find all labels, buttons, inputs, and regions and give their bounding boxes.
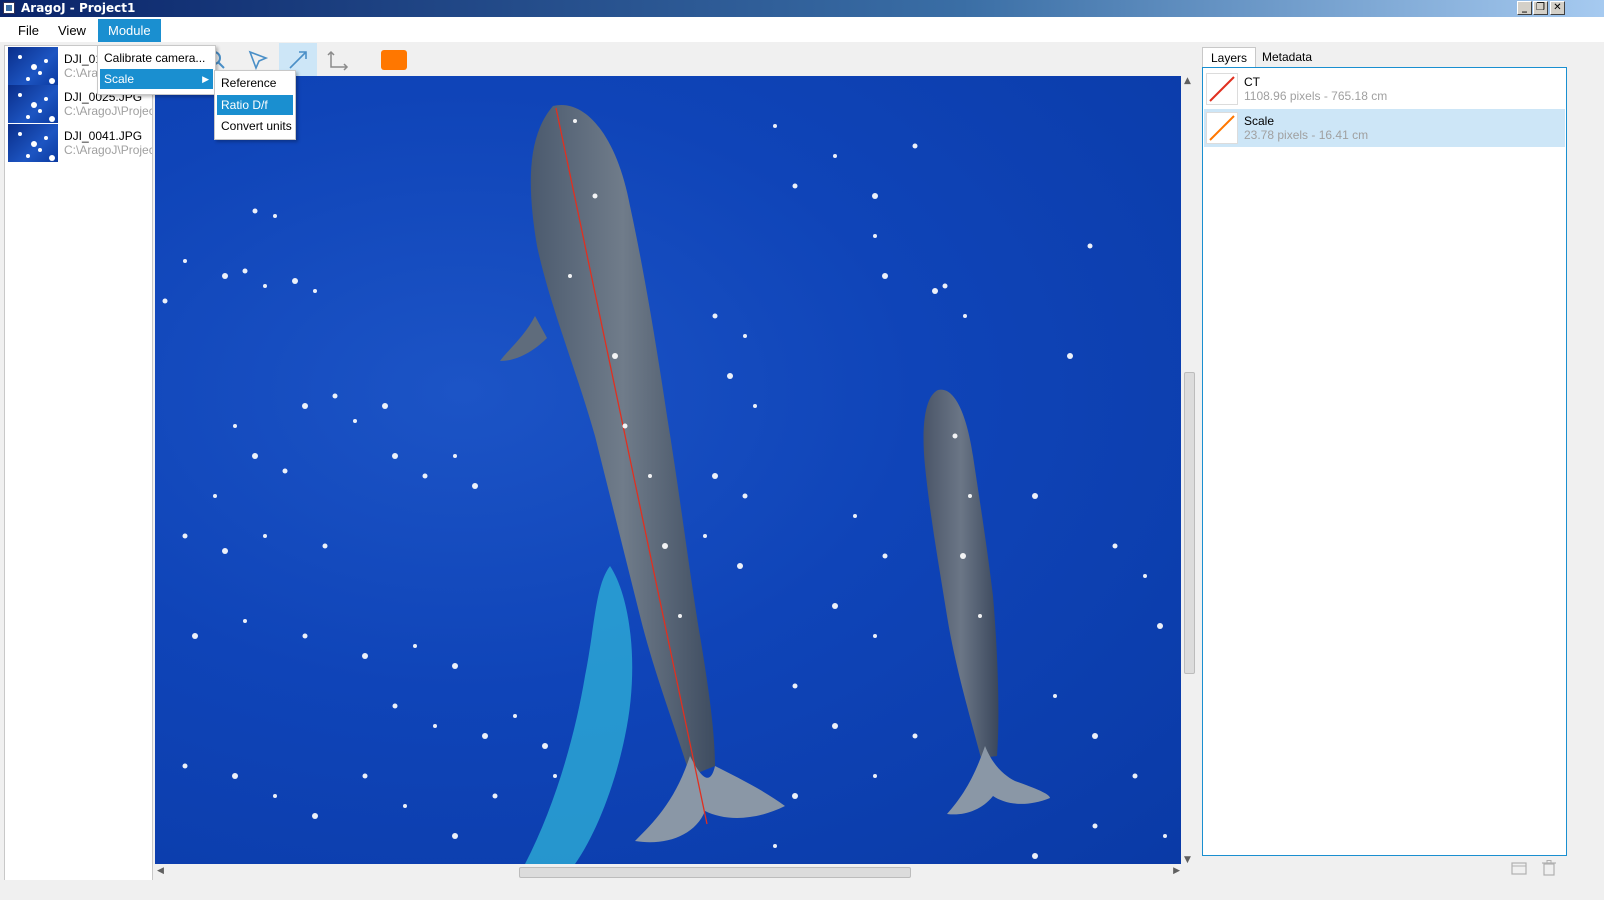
layer-name: Scale [1244,114,1275,128]
file-item[interactable]: DJI_0041.JPG C:\AragoJ\Project1 [8,124,152,162]
menu-item-scale-label: Scale [104,72,135,86]
tab-layers[interactable]: Layers [1202,47,1257,68]
scale-submenu: Reference Ratio D/f Convert units [214,70,296,140]
file-thumbnail [8,85,58,123]
menu-item-convert-units[interactable]: Convert units [217,116,293,136]
line-layer-icon [1206,73,1238,105]
file-thumbnail [8,124,58,162]
trash-icon[interactable] [1540,859,1558,877]
new-layer-icon[interactable] [1510,859,1528,877]
close-button[interactable]: ✕ [1550,1,1565,15]
status-bar [0,880,1604,900]
module-menu: Calibrate camera... Scale ▶ [97,45,216,95]
layer-item-scale[interactable]: Scale 23.78 pixels - 16.41 cm [1204,109,1565,147]
submenu-arrow-icon: ▶ [202,74,209,84]
menu-item-calibrate-camera[interactable]: Calibrate camera... [100,48,213,68]
canvas-vertical-scrollbar[interactable]: ▲ ▼ [1182,76,1196,865]
layer-measurement: 23.78 pixels - 16.41 cm [1244,128,1369,142]
line-layer-icon [1206,112,1238,144]
file-list: DJI_0106.JPG C:\AragoJ\Project1 DJI_0025… [4,45,153,900]
window-title: AragoJ - Project1 [21,1,136,15]
title-bar: AragoJ - Project1 _ ❐ ✕ [0,0,1604,17]
layer-name: CT [1244,75,1260,89]
right-panel: Layers Metadata CT 1108.96 pixels - 765.… [1200,43,1568,880]
angle-icon [327,50,349,71]
scroll-left-arrow-icon[interactable]: ◀ [157,866,164,876]
scroll-right-arrow-icon[interactable]: ▶ [1173,866,1180,876]
color-swatch-button[interactable] [381,50,407,70]
image-canvas[interactable] [155,76,1181,864]
file-path: C:\AragoJ\Project1 [64,143,152,157]
file-thumbnail [8,47,58,85]
minimize-button[interactable]: _ [1517,1,1532,15]
file-name: DJI_0041.JPG [64,129,143,143]
layer-item-ct[interactable]: CT 1108.96 pixels - 765.18 cm [1204,70,1565,108]
scroll-thumb[interactable] [1184,372,1195,674]
angle-tool-button[interactable] [319,43,357,76]
layers-list: CT 1108.96 pixels - 765.18 cm Scale 23.7… [1202,67,1567,856]
scroll-down-arrow-icon[interactable]: ▼ [1184,855,1191,865]
tab-metadata[interactable]: Metadata [1254,47,1320,67]
file-path: C:\AragoJ\Project1 [64,104,152,118]
layer-measurement: 1108.96 pixels - 765.18 cm [1244,89,1388,103]
restore-button[interactable]: ❐ [1533,1,1548,15]
menu-item-ratio-df[interactable]: Ratio D/f [217,95,293,115]
scroll-thumb[interactable] [519,867,911,878]
menu-view[interactable]: View [48,21,96,41]
whale-image [162,104,1167,864]
pointer-icon [248,50,269,70]
scroll-up-arrow-icon[interactable]: ▲ [1184,76,1191,86]
menu-item-scale[interactable]: Scale ▶ [100,69,213,89]
menu-bar: File View Module [0,17,1604,42]
toolbar [155,43,1200,76]
app-icon [3,2,15,14]
canvas-horizontal-scrollbar[interactable]: ◀ ▶ [155,865,1182,879]
menu-file[interactable]: File [8,21,49,41]
line-arrow-icon [289,50,307,69]
menu-item-reference[interactable]: Reference [217,73,293,93]
menu-module[interactable]: Module [98,19,161,42]
